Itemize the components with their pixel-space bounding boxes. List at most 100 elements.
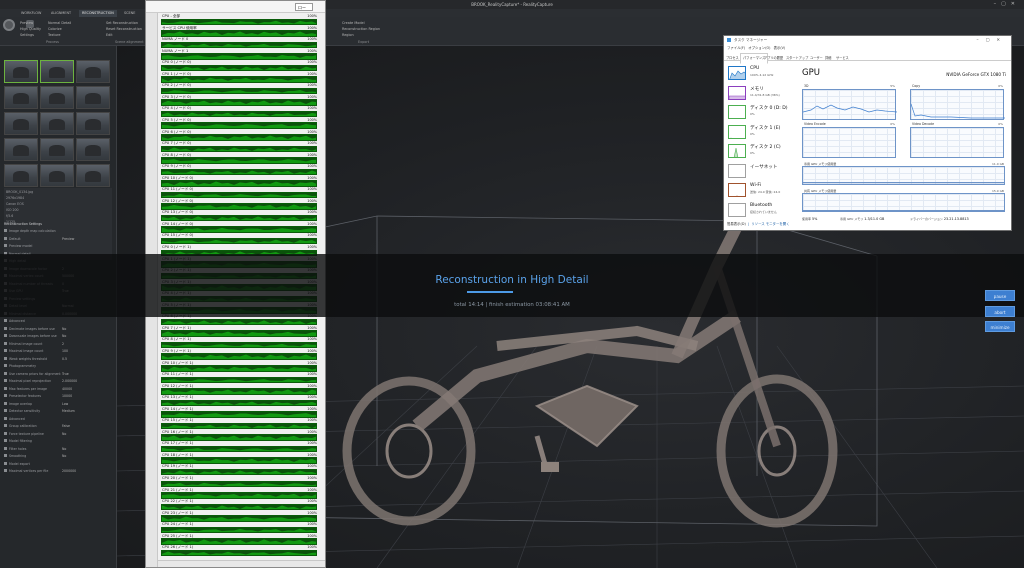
engine-graph-3d[interactable]: 3D 5% [802,84,897,120]
image-thumbnail[interactable] [76,164,110,187]
settings-row[interactable]: Group calibration False [4,424,112,429]
shared-gpu-memory-graph[interactable]: 共有 GPU メモリ使用量 15.9 GB [802,189,1005,212]
settings-row[interactable]: Smoothing No [4,454,112,459]
device-item-1-e[interactable]: ディスク 1 (E) 0% [727,123,792,142]
device-item-2-c[interactable]: ディスク 2 (C) 0% [727,142,792,161]
image-thumbnail[interactable] [76,138,110,161]
device-item-0-d-d[interactable]: ディスク 0 (D: D) 0% [727,103,792,122]
cpu-percent: 100% [307,25,317,30]
tab-reconstruction[interactable]: RECONSTRUCTION [79,10,117,17]
settings-row[interactable]: Use camera priors for alignment True [4,371,112,377]
settings-row[interactable]: Minimal image count 2 [4,341,112,347]
info-line: f/5.6 [6,214,14,218]
image-thumbnail[interactable] [4,164,38,187]
settings-row[interactable]: Model export [4,461,112,467]
tab-startup[interactable]: スタートアップ [786,55,808,60]
ribbon-item[interactable]: Create Model [342,21,365,25]
settings-row[interactable]: Detector sensitivity Medium [4,409,112,414]
gear-icon[interactable] [3,19,15,31]
cpu-usage-graph [161,53,317,60]
image-thumbnail[interactable] [76,112,110,135]
image-thumbnail[interactable] [40,164,74,187]
ribbon-item[interactable]: Set Reconstruction [106,21,138,25]
settings-row[interactable]: Image depth map calculation [4,229,112,234]
ribbon-item[interactable]: High Quality [20,27,41,31]
window-controls[interactable]: –▢✕ [976,37,1007,42]
image-thumbnail[interactable] [4,86,38,109]
ribbon-item[interactable]: Region [342,33,354,37]
image-thumbnail[interactable] [40,138,74,161]
settings-row[interactable]: Advanced [4,319,112,324]
image-thumbnail[interactable] [4,138,38,161]
tab-alignment[interactable]: ALIGNMENT [48,10,74,17]
settings-row[interactable]: Decimate images before use No [4,326,112,332]
cpu-usage-graph [161,388,317,395]
image-thumbnail[interactable] [40,112,74,135]
tab-processes[interactable]: プロセス [726,55,739,60]
settings-row[interactable]: Force texture pipeline No [4,431,112,437]
ribbon-item[interactable]: Texture [48,33,60,37]
image-thumbnail[interactable] [40,86,74,109]
dedicated-gpu-memory-graph[interactable]: 専用 GPU メモリ使用量 11.0 GB [802,162,1005,185]
horizontal-scrollbar[interactable] [158,560,325,567]
abort-button[interactable]: abort [985,306,1015,317]
device-item-[interactable]: イーサネット [727,162,792,181]
tab-workflow[interactable]: WORKFLOW [18,10,44,17]
ribbon-item[interactable]: Colorize [48,27,62,31]
monitor-toolbar: ロー [146,1,325,13]
image-thumbnail[interactable] [76,60,110,83]
ribbon-item[interactable]: Reset Reconstruction [106,27,142,31]
task-manager-menu[interactable]: ファイル(F) オプション(O) 表示(V) [727,45,785,50]
memory-label: 共有 GPU メモリ使用量 [804,189,837,193]
device-item-bluetooth[interactable]: Bluetooth 接続されていません [727,201,792,220]
ribbon-item[interactable]: Reconstruction Region [342,27,380,31]
tab-users[interactable]: ユーザー [810,55,823,60]
tab-app-history[interactable]: アプリの履歴 [764,55,783,60]
cpu-usage-graph [161,341,317,349]
settings-row[interactable]: Preselector features 10000 [4,394,112,399]
fewer-details-link[interactable]: 簡易表示(D) [727,222,746,226]
pause-button[interactable]: pause [985,290,1015,301]
setting-label: Default [9,236,21,241]
settings-row[interactable]: Advanced [4,416,112,422]
settings-row[interactable]: Maximal image count 100 [4,349,112,354]
settings-row[interactable]: Photogrammetry [4,364,112,369]
cpu-graph-row: CPU 15 (ノード 0) 100% [161,233,317,245]
cpu-usage-graph [161,122,317,129]
minimize-button[interactable]: minimize [985,321,1015,332]
engine-graph-video-encode[interactable]: Video Encode 0% [802,122,896,158]
ribbon-item[interactable]: Normal Detail [48,21,71,25]
gpu-heading: GPU [802,68,820,78]
settings-row[interactable]: Maximal pixel reprojection 2.000000 [4,379,112,384]
tab-services[interactable]: サービス [836,55,849,60]
ribbon-item[interactable]: Settings [20,33,34,37]
settings-row[interactable]: Downscale images before use No [4,334,112,339]
image-thumbnail[interactable] [76,86,110,109]
engine-graph-video-decode[interactable]: Video Decode 0% [910,122,1004,158]
settings-row[interactable]: Default Preview [4,236,112,242]
window-controls[interactable]: –▢✕ [994,1,1020,7]
settings-row[interactable]: Filter holes No [4,446,112,452]
device-item-cpu[interactable]: CPU 100% 4.12 GHz [727,64,792,83]
cpu-usage-graph [161,445,317,453]
settings-row[interactable]: Max features per image 40000 [4,386,112,392]
settings-row[interactable]: Weak weights threshold 0.5 [4,356,112,362]
image-thumbnail[interactable] [4,60,38,83]
settings-row[interactable]: Image overlap Low [4,401,112,407]
cpu-percent: 100% [307,337,317,342]
engine-graph-copy[interactable]: Copy 0% [910,84,1005,120]
resource-monitor-link[interactable]: リソース モニターを開く [751,222,789,226]
cpu-usage-graph [161,353,317,360]
ribbon-item[interactable]: Preview [20,21,33,25]
image-thumbnail[interactable] [4,112,38,135]
settings-row[interactable]: Preview model [4,244,112,249]
tab-scene[interactable]: SCENE [121,10,138,17]
device-item-[interactable]: メモリ 11.4/31.8 GB (36%) [727,84,792,103]
device-item-wi-fi[interactable]: Wi-Fi 送信: 24.0 受信: 24.0 [727,181,792,200]
image-thumbnail[interactable] [40,60,74,83]
tab-details[interactable]: 詳細 [825,55,831,60]
view-dropdown[interactable]: ロー [295,3,313,11]
settings-row[interactable]: Maximal vertices per file 2000000 [4,469,112,474]
settings-row[interactable]: Model filtering [4,439,112,444]
ribbon-item[interactable]: Edit [106,33,113,37]
